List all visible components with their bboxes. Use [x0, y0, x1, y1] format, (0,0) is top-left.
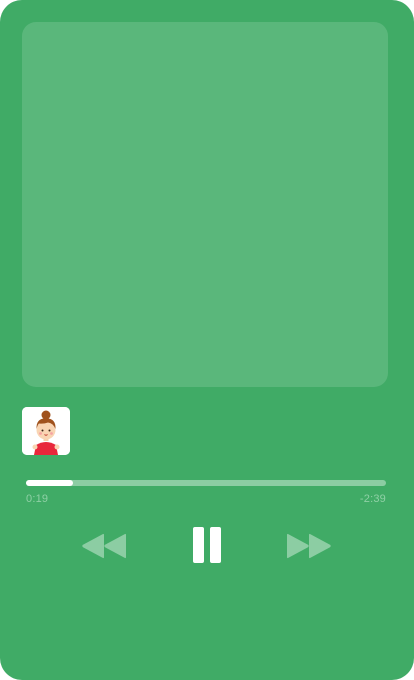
artist-avatar[interactable] [22, 407, 70, 455]
progress-bar-fill [26, 480, 73, 486]
cartoon-girl-avatar-icon [22, 407, 70, 455]
album-artwork [22, 22, 388, 387]
rewind-button[interactable] [80, 532, 128, 560]
fast-forward-button[interactable] [285, 532, 333, 560]
music-player-card: 0:19 -2:39 [0, 0, 414, 680]
fast-forward-icon [287, 533, 331, 559]
elapsed-time: 0:19 [26, 493, 49, 505]
pause-button[interactable] [191, 526, 223, 564]
rewind-icon [82, 533, 126, 559]
progress-bar[interactable] [26, 480, 386, 486]
remaining-time: -2:39 [359, 493, 386, 505]
pause-icon [193, 527, 221, 563]
